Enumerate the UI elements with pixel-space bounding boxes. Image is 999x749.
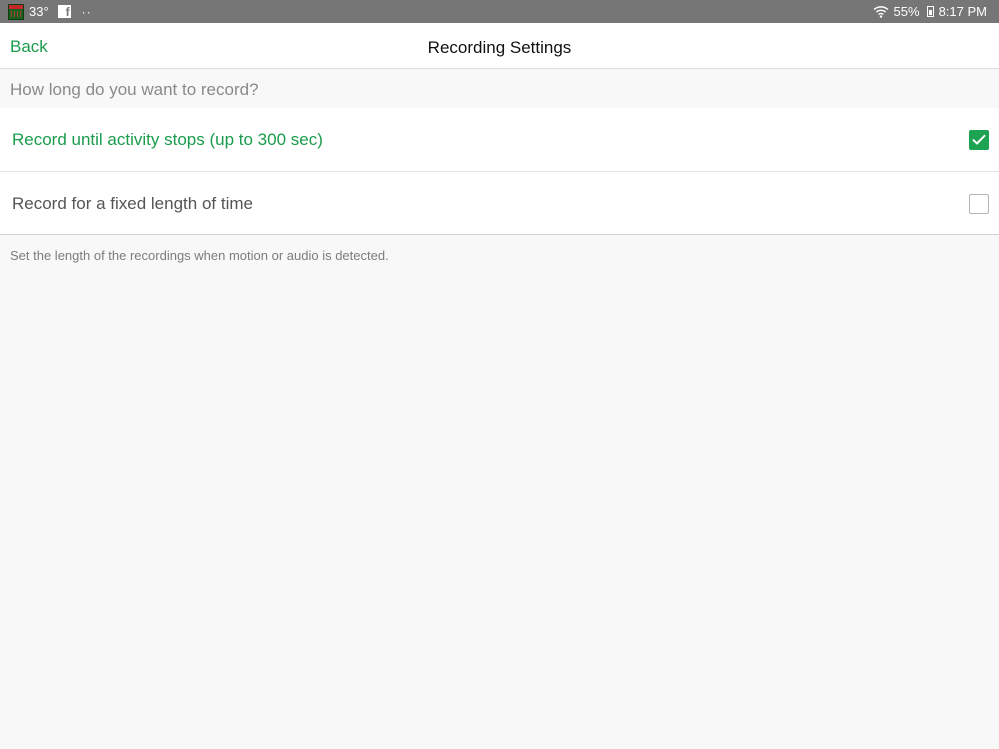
battery-icon bbox=[926, 6, 934, 17]
footer-note: Set the length of the recordings when mo… bbox=[10, 248, 389, 263]
option-record-until-activity-stops[interactable]: Record until activity stops (up to 300 s… bbox=[0, 108, 999, 171]
notification-dots: ·· bbox=[81, 4, 92, 19]
checkmark-icon bbox=[972, 134, 986, 145]
option-label: Record for a fixed length of time bbox=[12, 194, 253, 213]
option-label: Record until activity stops (up to 300 s… bbox=[12, 130, 323, 149]
temperature-text: 33° bbox=[29, 4, 49, 19]
status-bar-right: 55% 8:17 PM bbox=[873, 4, 987, 19]
status-bar-left: 33° f ·· bbox=[8, 3, 92, 20]
clock-time: 8:17 PM bbox=[938, 4, 987, 19]
status-bar: 33° f ·· 55% 8:17 PM bbox=[0, 0, 999, 23]
navigation-bar: Back Recording Settings bbox=[0, 23, 999, 69]
recording-options-list: Record until activity stops (up to 300 s… bbox=[0, 108, 999, 235]
option-record-fixed-length[interactable]: Record for a fixed length of time bbox=[0, 171, 999, 234]
page-title: Recording Settings bbox=[427, 38, 572, 57]
checkbox-unchecked[interactable] bbox=[969, 194, 989, 214]
battery-percent: 55% bbox=[893, 4, 920, 19]
section-header: How long do you want to record? bbox=[10, 80, 259, 99]
checkbox-checked[interactable] bbox=[969, 130, 989, 150]
facebook-icon: f bbox=[57, 5, 71, 19]
wifi-icon bbox=[873, 6, 889, 18]
calendar-icon bbox=[8, 3, 24, 20]
